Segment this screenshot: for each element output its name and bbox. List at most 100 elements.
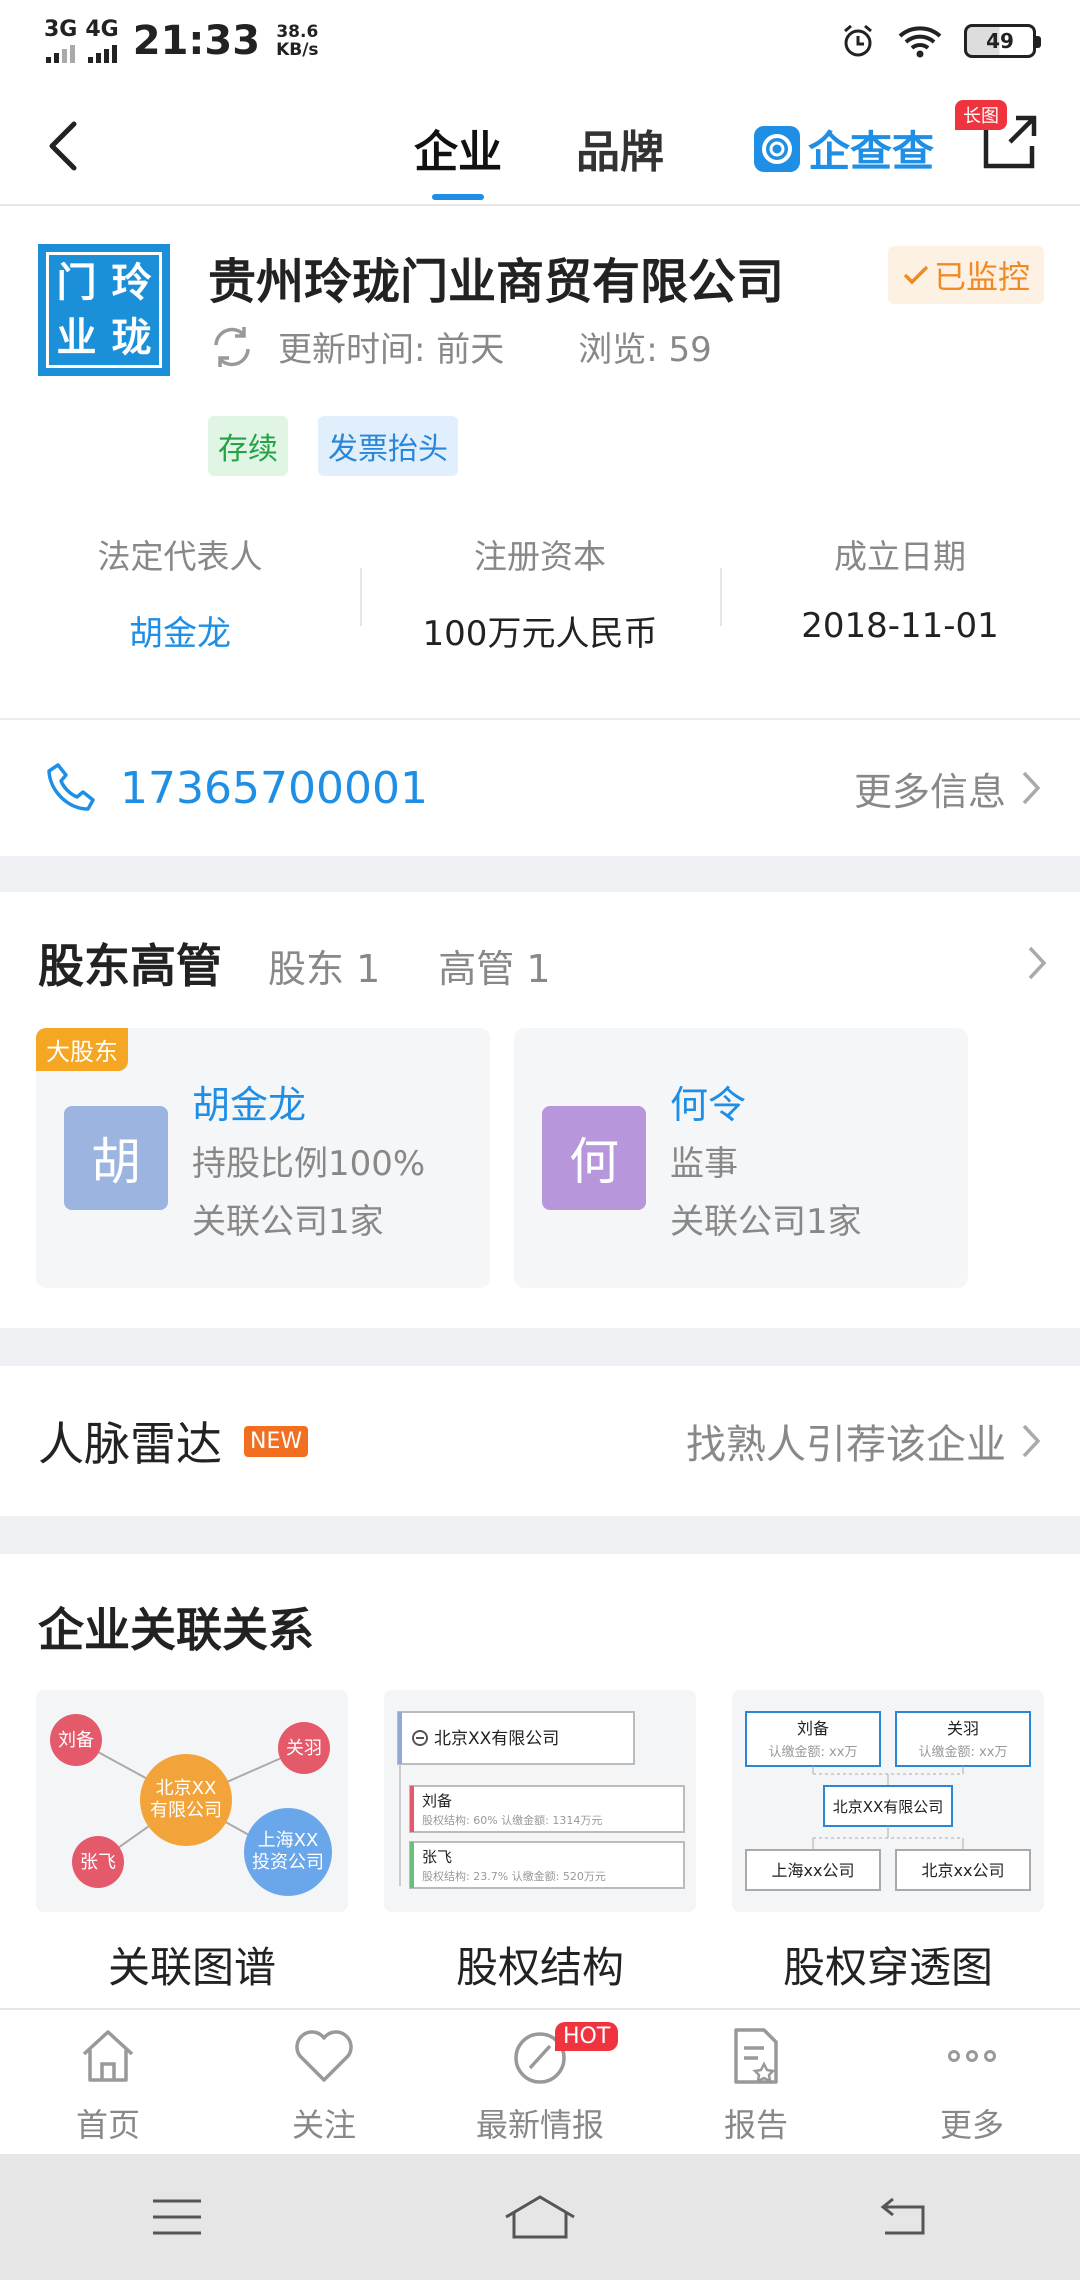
establishment-date: 成立日期 2018-11-01 xyxy=(720,530,1080,650)
equity-penetration-label[interactable]: 股权穿透图 xyxy=(732,1934,1044,1995)
svg-text:认缴金额: xx万: 认缴金额: xx万 xyxy=(919,1744,1008,1760)
avatar: 何 xyxy=(542,1106,646,1210)
svg-text:有限公司: 有限公司 xyxy=(150,1800,222,1821)
section-gap xyxy=(0,856,1080,892)
clock: 21:33 xyxy=(132,18,261,64)
refresh-icon[interactable] xyxy=(208,323,256,371)
tab-report[interactable]: 报告 xyxy=(648,2010,864,2154)
brand-name: 企查查 xyxy=(808,127,935,176)
shareholders-header[interactable]: 股东高管 股东 1 高管 1 xyxy=(38,930,1048,996)
heart-icon xyxy=(295,2030,353,2082)
executive-card[interactable]: 何 何令 监事 关联公司1家 xyxy=(514,1028,968,1288)
company-facts: 法定代表人 胡金龙 注册资本 100万元人民币 成立日期 2018-11-01 xyxy=(0,530,1080,654)
graph-center-node: 北京XX xyxy=(156,1778,217,1799)
company-name: 贵州玲珑门业商贸有限公司 xyxy=(208,254,785,310)
top-nav: 企业 品牌 企查查 长图 xyxy=(0,82,1080,206)
graph-node: 张飞 xyxy=(80,1852,116,1873)
check-icon xyxy=(903,265,929,285)
update-time: 更新时间: 前天 xyxy=(278,330,505,370)
svg-text:投资公司: 投资公司 xyxy=(252,1852,324,1873)
monitor-button[interactable]: 已监控 xyxy=(888,246,1044,304)
signal-4g: 4G xyxy=(85,17,119,63)
new-badge: NEW xyxy=(244,1425,309,1457)
contact-row: 17365700001 更多信息 xyxy=(0,720,1080,856)
active-tab-indicator xyxy=(432,194,484,200)
section-gap xyxy=(0,1328,1080,1366)
svg-text:北京XX有限公司: 北京XX有限公司 xyxy=(434,1729,559,1749)
equity-structure-label[interactable]: 股权结构 xyxy=(384,1934,696,1995)
wifi-icon xyxy=(898,26,942,58)
back-arrow-icon[interactable] xyxy=(40,118,88,174)
tab-latest-news[interactable]: HOT 最新情报 xyxy=(432,2010,648,2154)
major-shareholder-badge: 大股东 xyxy=(36,1028,128,1071)
shareholder-card[interactable]: 大股东 胡 胡金龙 持股比例100% 关联公司1家 xyxy=(36,1028,490,1288)
position: 监事 xyxy=(670,1144,738,1184)
relations-title: 企业关联关系 xyxy=(38,1603,314,1657)
long-image-badge[interactable]: 长图 xyxy=(955,100,1007,130)
relation-graph-card[interactable]: 北京XX 有限公司 刘备 关羽 张飞 上海XX 投资公司 xyxy=(36,1690,348,1912)
network-4g-label: 4G xyxy=(85,17,119,42)
signal-bars-icon xyxy=(87,43,117,63)
registered-capital: 注册资本 100万元人民币 xyxy=(360,530,720,654)
equity-penetration-card[interactable]: 刘备 认缴金额: xx万 关羽 认缴金额: xx万 北京XX有限公司 上海xx公… xyxy=(732,1690,1044,1912)
svg-text:上海xx公司: 上海xx公司 xyxy=(772,1861,855,1880)
svg-text:刘备: 刘备 xyxy=(797,1719,829,1738)
view-count: 浏览: 59 xyxy=(578,330,712,370)
graph-node: 关羽 xyxy=(286,1738,322,1759)
phone-icon[interactable] xyxy=(44,761,98,815)
relation-graph-label[interactable]: 关联图谱 xyxy=(36,1934,348,1995)
graph-node: 刘备 xyxy=(58,1730,94,1751)
company-logo: 门 玲 业 珑 xyxy=(38,244,170,376)
shareholders-title: 股东高管 xyxy=(38,939,222,993)
battery-icon: 49 xyxy=(964,24,1041,58)
person-name[interactable]: 胡金龙 xyxy=(192,1074,306,1129)
qichacha-logo-icon xyxy=(754,125,800,172)
network-speed: 38.6 KB/s xyxy=(276,22,319,60)
signal-bars-icon xyxy=(46,43,76,63)
shareholder-count[interactable]: 股东 1 xyxy=(268,938,380,993)
company-tags: 存续 发票抬头 xyxy=(208,416,458,476)
tab-brand[interactable]: 品牌 xyxy=(576,116,664,180)
equity-penetration-thumbnail: 刘备 认缴金额: xx万 关羽 认缴金额: xx万 北京XX有限公司 上海xx公… xyxy=(745,1711,1031,1891)
tab-follow[interactable]: 关注 xyxy=(216,2010,432,2154)
svg-text:上海XX: 上海XX xyxy=(258,1830,319,1851)
network-3g-label: 3G xyxy=(44,17,78,42)
referral-link[interactable]: 找熟人引荐该企业 xyxy=(686,1412,1042,1470)
more-info-link[interactable]: 更多信息 xyxy=(854,761,1042,816)
related-companies: 关联公司1家 xyxy=(670,1202,862,1242)
back-nav-icon[interactable] xyxy=(875,2195,931,2239)
tab-company[interactable]: 企业 xyxy=(414,116,502,180)
avatar: 胡 xyxy=(64,1106,168,1210)
svg-text:北京XX有限公司: 北京XX有限公司 xyxy=(833,1798,944,1816)
tab-home[interactable]: 首页 xyxy=(0,2010,216,2154)
svg-text:认缴金额: xx万: 认缴金额: xx万 xyxy=(769,1744,858,1760)
home-icon xyxy=(82,2030,134,2082)
company-meta: 更新时间: 前天 浏览: 59 xyxy=(208,322,712,371)
svg-text:刘备: 刘备 xyxy=(422,1792,452,1810)
invoice-title-tag[interactable]: 发票抬头 xyxy=(318,416,458,476)
svg-text:北京xx公司: 北京xx公司 xyxy=(922,1861,1005,1880)
system-nav-bar xyxy=(0,2154,1080,2280)
tab-more[interactable]: 更多 xyxy=(864,2010,1080,2154)
phone-number[interactable]: 17365700001 xyxy=(120,763,428,814)
chevron-right-icon[interactable] xyxy=(1026,944,1048,982)
radar-title: 人脉雷达 xyxy=(38,1417,222,1471)
qichacha-logo: 企查查 xyxy=(754,118,934,179)
menu-icon[interactable] xyxy=(149,2195,205,2239)
status-badge: 存续 xyxy=(208,416,288,476)
person-name[interactable]: 何令 xyxy=(670,1074,746,1129)
equity-structure-thumbnail: 北京XX有限公司 刘备 股权结构: 60% 认缴金额: 1314万元 张飞 股权… xyxy=(397,1711,685,1889)
executive-count[interactable]: 高管 1 xyxy=(438,938,550,993)
more-dots-icon xyxy=(948,2050,996,2062)
equity-structure-card[interactable]: 北京XX有限公司 刘备 股权结构: 60% 认缴金额: 1314万元 张飞 股权… xyxy=(384,1690,696,1912)
report-icon xyxy=(734,2028,778,2084)
chevron-right-icon xyxy=(1022,1424,1041,1458)
network-radar-row[interactable]: 人脉雷达 NEW 找熟人引荐该企业 xyxy=(0,1366,1080,1516)
svg-text:关羽: 关羽 xyxy=(947,1719,979,1738)
share-ratio: 持股比例100% xyxy=(192,1144,426,1184)
related-companies: 关联公司1家 xyxy=(192,1202,384,1242)
legal-representative[interactable]: 法定代表人 胡金龙 xyxy=(0,530,360,654)
bottom-tab-bar: 首页 关注 HOT 最新情报 报告 更多 xyxy=(0,2008,1080,2154)
home-nav-icon[interactable] xyxy=(502,2193,578,2241)
section-gap xyxy=(0,1516,1080,1554)
